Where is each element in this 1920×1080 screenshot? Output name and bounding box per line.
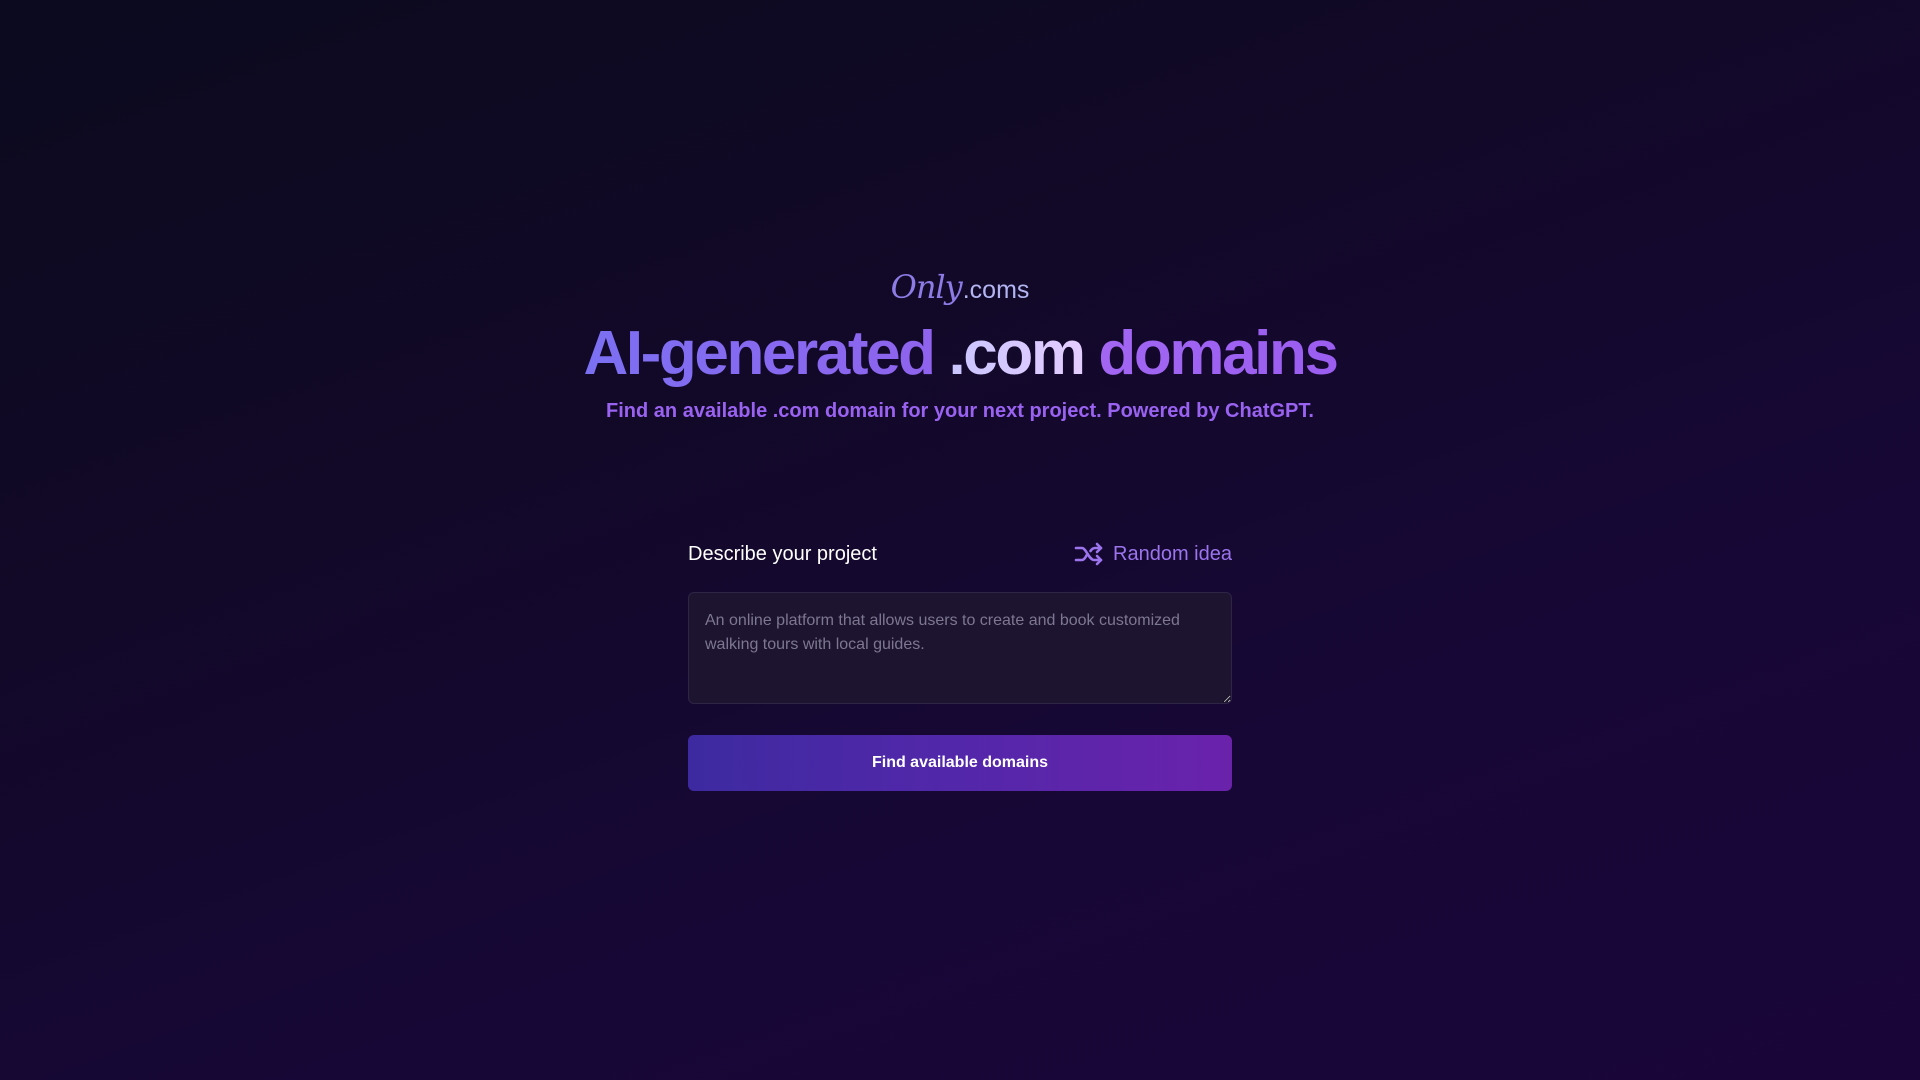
logo: Only .coms — [891, 268, 1030, 306]
title-part-ai-generated: AI-generated — [583, 319, 936, 388]
project-description-label: Describe your project — [688, 542, 877, 565]
domain-form: Describe your project Random idea Find a… — [688, 536, 1232, 791]
random-idea-button[interactable]: Random idea — [1074, 542, 1232, 566]
logo-suffix: .coms — [962, 276, 1030, 304]
page-subtitle: Find an available .com domain for your n… — [606, 400, 1314, 423]
shuffle-icon — [1074, 542, 1103, 566]
project-description-input[interactable] — [688, 592, 1232, 704]
logo-script-text: Only — [890, 268, 963, 306]
find-domains-button[interactable]: Find available domains — [688, 735, 1232, 791]
title-part-com: .com — [948, 319, 1086, 388]
page: Only .coms AI-generated .com domains Find… — [0, 0, 1920, 1080]
title-part-domains: domains — [1098, 319, 1339, 388]
form-header: Describe your project Random idea — [688, 536, 1232, 572]
page-title: AI-generated .com domains — [0, 319, 1920, 388]
random-idea-label: Random idea — [1113, 542, 1232, 565]
hero: Only .coms AI-generated .com domains Find… — [0, 268, 1920, 423]
